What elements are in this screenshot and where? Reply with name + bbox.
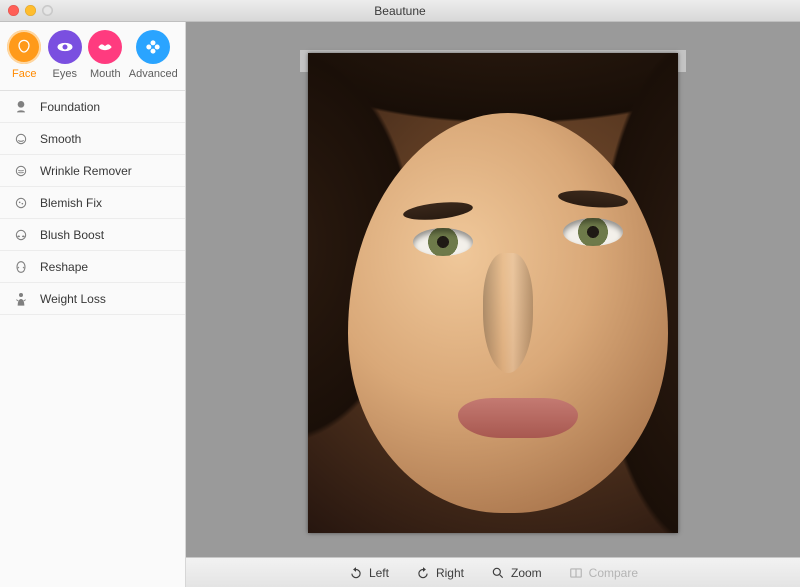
tab-eyes-label: Eyes (53, 68, 77, 80)
tool-smooth[interactable]: Smooth (0, 123, 185, 155)
canvas[interactable] (186, 22, 800, 557)
flower-icon (136, 30, 170, 64)
tool-label: Reshape (40, 260, 88, 274)
tool-blush-boost[interactable]: Blush Boost (0, 219, 185, 251)
tool-label: Wrinkle Remover (40, 164, 132, 178)
photo-preview (308, 53, 678, 533)
sidebar: Face Eyes Mouth Advanced (0, 22, 186, 587)
rotate-right-label: Right (436, 566, 464, 580)
tab-mouth[interactable]: Mouth (88, 30, 122, 80)
tool-blemish-fix[interactable]: Blemish Fix (0, 187, 185, 219)
blemish-icon (12, 194, 30, 212)
face-icon (7, 30, 41, 64)
category-tabs: Face Eyes Mouth Advanced (0, 22, 185, 91)
tool-wrinkle-remover[interactable]: Wrinkle Remover (0, 155, 185, 187)
rotate-right-icon (415, 566, 431, 580)
zoom-button[interactable]: Zoom (490, 566, 542, 580)
lips-icon (88, 30, 122, 64)
reshape-icon (12, 258, 30, 276)
compare-label: Compare (589, 566, 638, 580)
window-title: Beautune (0, 4, 800, 18)
bottom-toolbar: Left Right Zoom Compare (186, 557, 800, 587)
tab-eyes[interactable]: Eyes (48, 30, 82, 80)
rotate-left-button[interactable]: Left (348, 566, 389, 580)
weight-icon (12, 290, 30, 308)
rotate-left-label: Left (369, 566, 389, 580)
eye-icon (48, 30, 82, 64)
tab-mouth-label: Mouth (90, 68, 121, 80)
titlebar: Beautune (0, 0, 800, 22)
tool-label: Foundation (40, 100, 100, 114)
tab-face[interactable]: Face (7, 30, 41, 80)
smooth-icon (12, 130, 30, 148)
compare-button[interactable]: Compare (568, 566, 638, 580)
tool-list: Foundation Smooth Wrinkle Remover Blemis… (0, 91, 185, 315)
tab-advanced[interactable]: Advanced (129, 30, 178, 80)
tool-label: Blemish Fix (40, 196, 102, 210)
app-body: Face Eyes Mouth Advanced (0, 22, 800, 587)
tool-foundation[interactable]: Foundation (0, 91, 185, 123)
tool-weight-loss[interactable]: Weight Loss (0, 283, 185, 315)
editor-area: Open Export Share Print Undo (186, 22, 800, 587)
tool-label: Blush Boost (40, 228, 104, 242)
foundation-icon (12, 98, 30, 116)
compare-icon (568, 566, 584, 580)
wrinkle-icon (12, 162, 30, 180)
zoom-label: Zoom (511, 566, 542, 580)
rotate-left-icon (348, 566, 364, 580)
tool-reshape[interactable]: Reshape (0, 251, 185, 283)
tool-label: Smooth (40, 132, 81, 146)
blush-icon (12, 226, 30, 244)
rotate-right-button[interactable]: Right (415, 566, 464, 580)
tool-label: Weight Loss (40, 292, 106, 306)
tab-advanced-label: Advanced (129, 68, 178, 80)
zoom-icon (490, 566, 506, 580)
tab-face-label: Face (12, 68, 36, 80)
